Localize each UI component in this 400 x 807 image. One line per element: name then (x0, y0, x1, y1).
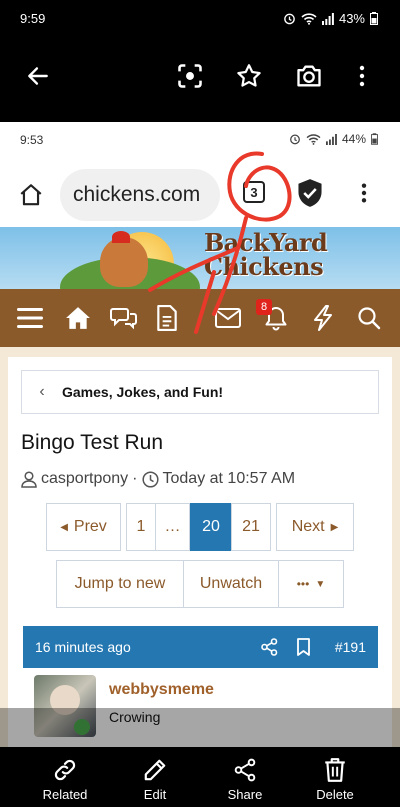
pagination-page-last[interactable]: 21 (231, 503, 271, 551)
pencil-icon (115, 747, 195, 783)
address-bar[interactable]: chickens.com (60, 169, 220, 221)
screenshot-content: 9:53 44% chickens.com 3 BackYard Chicken… (0, 122, 400, 747)
home-icon[interactable] (14, 178, 48, 212)
thread-author[interactable]: casportpony (41, 470, 128, 488)
meta-separator: · (132, 470, 138, 487)
articles-document-icon[interactable] (151, 302, 183, 334)
pagination-page-current[interactable]: 20 (190, 503, 232, 551)
star-icon[interactable] (229, 56, 269, 96)
hamburger-menu-icon[interactable] (14, 302, 46, 334)
related-button[interactable]: Related (25, 747, 105, 807)
browser-toolbar: chickens.com 3 (0, 166, 400, 226)
bookmark-icon[interactable] (297, 638, 310, 656)
bottom-bar-shade (0, 708, 400, 748)
logo-comb (112, 231, 130, 243)
share-nodes-icon (205, 747, 285, 783)
pagination-page-first[interactable]: 1 (126, 503, 156, 551)
user-icon (21, 470, 37, 488)
signal-icon (321, 12, 334, 25)
related-label: Related (42, 787, 88, 802)
inner-wifi-icon (306, 134, 321, 145)
battery-icon (370, 12, 378, 25)
logo-chicken-icon (100, 237, 148, 287)
edit-label: Edit (143, 787, 167, 802)
breadcrumb[interactable]: ‹ Games, Jokes, and Fun! (21, 370, 379, 414)
inner-battery-percent: 44% (341, 132, 366, 146)
edit-button[interactable]: Edit (115, 747, 195, 807)
camera-icon[interactable] (289, 56, 329, 96)
wifi-icon (301, 13, 317, 25)
jump-to-new-button[interactable]: Jump to new (56, 560, 184, 608)
prev-label: Prev (73, 518, 107, 535)
caret-right-icon: ▶ (330, 521, 339, 533)
next-label: Next (291, 518, 325, 535)
thread-time[interactable]: Today at 10:57 AM (163, 470, 296, 488)
viewer-action-bar: Related Edit Share Delete (0, 747, 400, 807)
pagination-prev-button[interactable]: ◀ Prev (46, 503, 121, 551)
kebab-menu-icon[interactable] (342, 56, 382, 96)
chevron-left-icon: ‹ (39, 383, 45, 400)
site-logo: BackYard Chickens (204, 231, 328, 281)
inner-status-time: 9:53 (20, 133, 44, 147)
thread-content: ‹ Games, Jokes, and Fun! Bingo Test Run … (8, 357, 392, 747)
more-dots: ••• (296, 577, 310, 591)
delete-button[interactable]: Delete (295, 747, 375, 807)
back-arrow-icon[interactable] (18, 56, 58, 96)
alerts-count-badge: 8 (256, 299, 272, 315)
tab-switcher-button[interactable]: 3 (243, 181, 265, 203)
search-icon[interactable] (353, 302, 385, 334)
alarm-icon (284, 13, 295, 25)
breadcrumb-label: Games, Jokes, and Fun! (62, 384, 224, 400)
site-nav-bar: 8 (0, 289, 400, 347)
outer-status-bar: 9:59 43% (0, 0, 400, 40)
inner-battery-icon (371, 133, 378, 145)
more-options-button[interactable]: ••• ▼ (278, 560, 344, 608)
share-label: Share (227, 787, 263, 802)
clock-icon (141, 470, 159, 488)
status-time: 9:59 (20, 11, 46, 26)
share-icon[interactable] (261, 638, 278, 656)
battery-percent: 43% (338, 11, 365, 26)
logo-line-2: Chickens (204, 252, 324, 281)
share-button[interactable]: Share (205, 747, 285, 807)
inner-signal-icon (325, 133, 337, 145)
url-text: chickens.com (73, 183, 201, 206)
inbox-envelope-icon[interactable] (212, 302, 244, 334)
link-icon (25, 747, 105, 783)
pagination-ellipsis[interactable]: … (155, 503, 190, 551)
page-title: Bingo Test Run (21, 431, 164, 454)
viewer-toolbar (0, 40, 400, 120)
post-header: 16 minutes ago #191 (23, 626, 378, 668)
browser-menu-icon[interactable] (354, 176, 374, 210)
post-username[interactable]: webbysmeme (109, 681, 214, 699)
post-time[interactable]: 16 minutes ago (35, 639, 131, 655)
forums-chat-icon[interactable] (108, 302, 140, 334)
caret-left-icon: ◀ (60, 521, 68, 533)
home-icon[interactable] (62, 302, 94, 334)
inner-alarm-icon (290, 134, 300, 145)
caret-down-icon: ▼ (315, 578, 326, 590)
thread-meta: casportpony · Today at 10:57 AM (21, 470, 295, 488)
screen: 9:59 43% 9:53 44% chickens.com 3 BackYar… (0, 0, 400, 807)
scan-icon[interactable] (170, 56, 210, 96)
inner-status-bar: 9:53 44% (0, 122, 400, 158)
trash-icon (295, 747, 375, 783)
pagination-next-button[interactable]: Next ▶ (276, 503, 354, 551)
post-number[interactable]: #191 (335, 639, 366, 655)
whats-new-bolt-icon[interactable] (307, 302, 339, 334)
unwatch-button[interactable]: Unwatch (183, 560, 279, 608)
site-banner[interactable]: BackYard Chickens (0, 227, 400, 289)
shield-check-icon[interactable] (296, 178, 324, 208)
delete-label: Delete (316, 787, 354, 802)
